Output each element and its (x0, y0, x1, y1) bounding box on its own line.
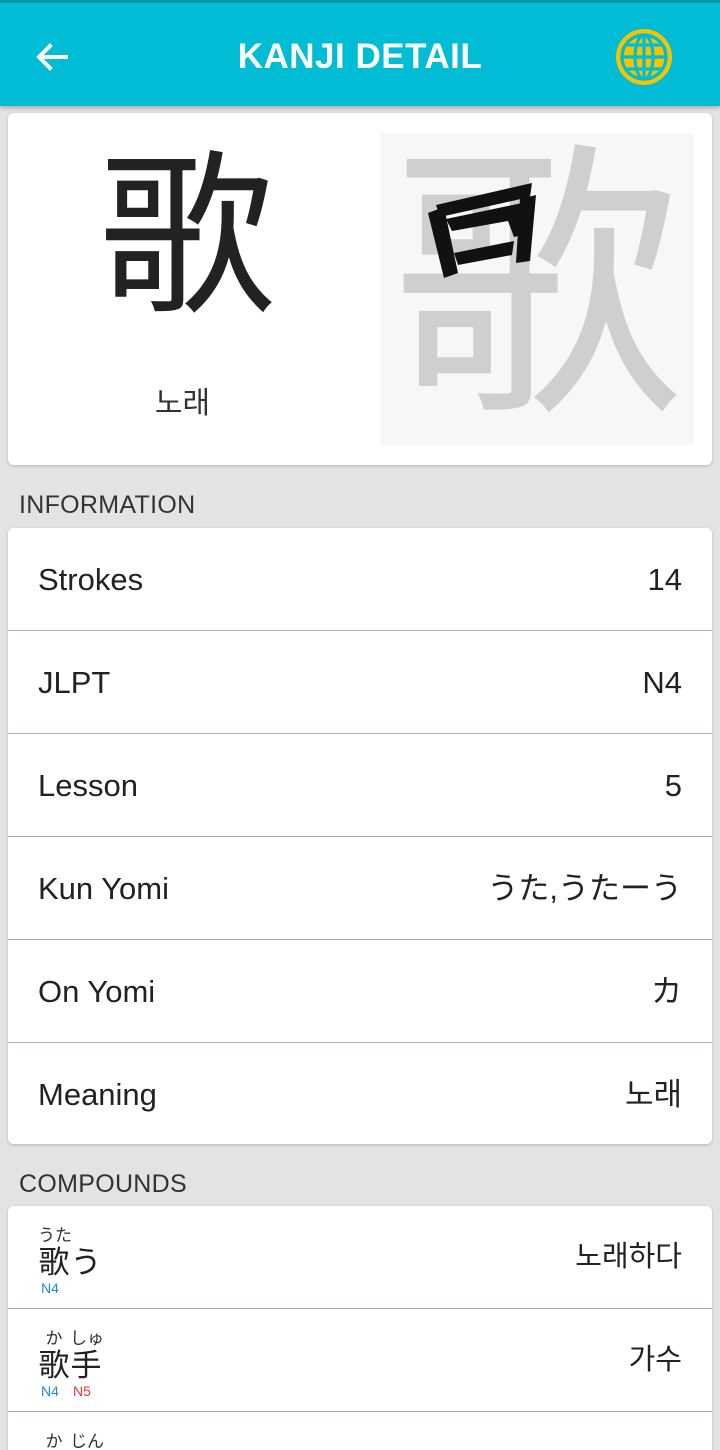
kanji-character: 歌 (98, 135, 275, 340)
info-label: On Yomi (38, 974, 156, 1009)
info-value: N4 (642, 665, 682, 700)
compound-meaning: 노래하다 (575, 1241, 682, 1273)
info-label: Lesson (38, 768, 138, 803)
compound-row[interactable]: か 歌 N4 しゅ 手 N5 가수 (8, 1309, 712, 1412)
furigana: しゅ (70, 1329, 104, 1348)
furigana: じん (70, 1432, 104, 1450)
language-button[interactable] (612, 25, 676, 89)
info-row-on-yomi: On Yomi カ (8, 940, 712, 1043)
info-value: 14 (647, 562, 682, 597)
info-row-lesson: Lesson 5 (8, 734, 712, 837)
compound-char: じん (70, 1432, 104, 1450)
jlpt-level-badge: N5 (73, 1383, 91, 1399)
app-bar: KANJI DETAIL (0, 0, 720, 106)
info-label: Kun Yomi (38, 871, 169, 906)
kanji-glyph: 手 (70, 1348, 102, 1383)
kanji-glyph: 歌 (38, 1245, 70, 1280)
compound-char: うた 歌 N4 (38, 1226, 72, 1296)
furigana: か (45, 1432, 63, 1450)
compound-word: うた 歌 N4 う (38, 1226, 102, 1296)
stroke-order-animation[interactable]: 歌 (380, 133, 694, 445)
furigana (70, 1226, 102, 1246)
compound-row[interactable]: うた 歌 N4 う 노래하다 (8, 1206, 712, 1309)
info-value: 5 (664, 768, 682, 803)
kanji-meaning: 노래 (154, 387, 211, 420)
compound-meaning: 가수 (628, 1344, 682, 1376)
info-label: Meaning (38, 1077, 157, 1112)
jlpt-level-badge: N4 (41, 1383, 59, 1399)
compound-word: か じん (38, 1432, 105, 1450)
section-label-information: INFORMATION (19, 491, 196, 519)
info-label: JLPT (38, 665, 111, 700)
info-row-strokes: Strokes 14 (8, 528, 712, 631)
compound-char: しゅ 手 N5 (70, 1329, 104, 1399)
compound-char: う (70, 1226, 102, 1296)
furigana: か (45, 1329, 63, 1348)
kanji-glyph: 歌 (38, 1348, 70, 1383)
furigana: うた (38, 1226, 72, 1245)
info-value: うた,うたーう (487, 871, 682, 906)
info-value: カ (651, 974, 682, 1009)
kana-glyph: う (70, 1245, 102, 1280)
compound-row[interactable]: か じん (8, 1412, 712, 1450)
compounds-card: うた 歌 N4 う 노래하다 か 歌 N4 しゅ 手 N5 가수 か じん (8, 1206, 712, 1450)
globe-icon (616, 29, 672, 85)
info-row-jlpt: JLPT N4 (8, 631, 712, 734)
compound-char: か (38, 1432, 70, 1450)
info-row-kun-yomi: Kun Yomi うた,うたーう (8, 837, 712, 940)
information-card: Strokes 14 JLPT N4 Lesson 5 Kun Yomi うた,… (8, 528, 712, 1144)
jlpt-level-badge: N4 (41, 1280, 59, 1296)
compound-char: か 歌 N4 (38, 1329, 70, 1399)
info-row-meaning: Meaning 노래 (8, 1043, 712, 1146)
info-value: 노래 (624, 1077, 682, 1112)
compound-word: か 歌 N4 しゅ 手 N5 (38, 1329, 105, 1399)
stroke-order-drawn-strokes (428, 183, 536, 278)
info-label: Strokes (38, 562, 144, 597)
section-label-compounds: COMPOUNDS (19, 1170, 187, 1198)
